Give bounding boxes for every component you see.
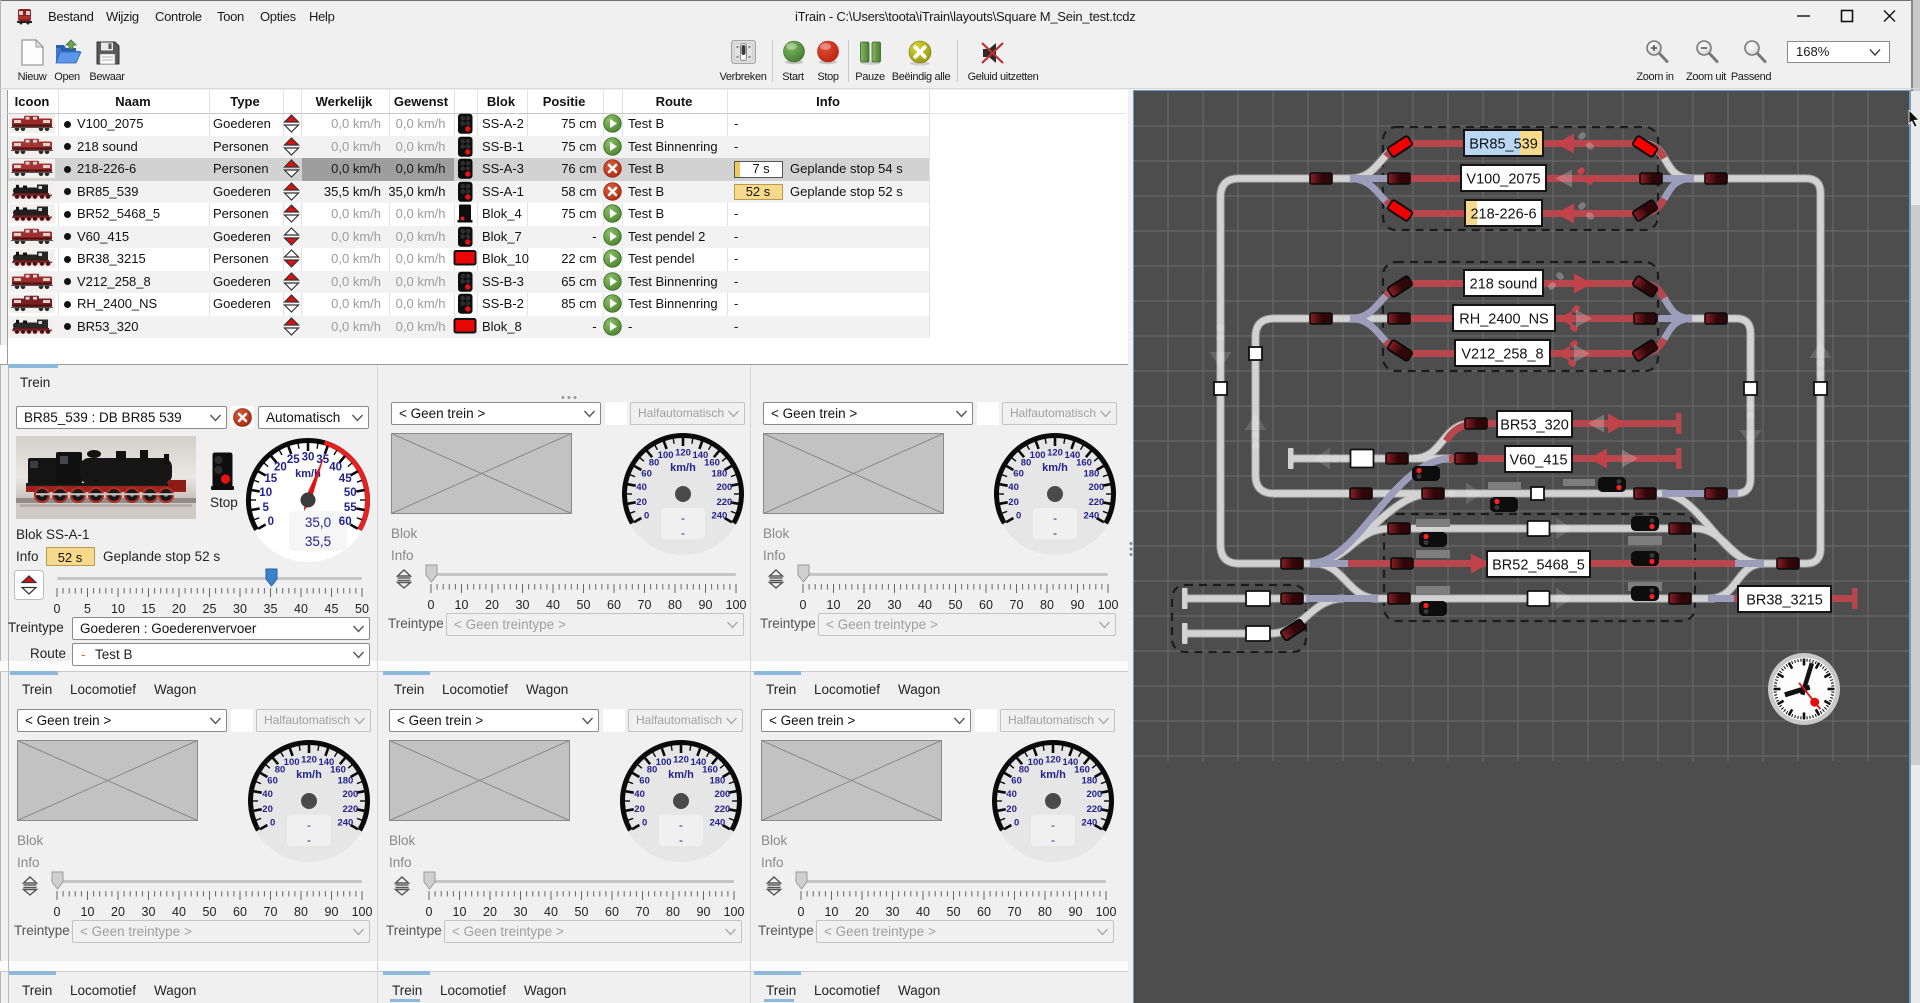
svg-text:-: - bbox=[1051, 833, 1055, 847]
svg-text:15: 15 bbox=[264, 473, 277, 485]
svg-text:120: 120 bbox=[673, 755, 689, 766]
svg-text:100: 100 bbox=[658, 450, 674, 461]
svg-text:20: 20 bbox=[1006, 804, 1017, 815]
svg-text:-: - bbox=[1051, 818, 1055, 832]
svg-text:218-226-6: 218-226-6 bbox=[1470, 207, 1536, 223]
svg-text:45: 45 bbox=[339, 473, 352, 485]
svg-text:km/h: km/h bbox=[1040, 769, 1066, 781]
svg-text:40: 40 bbox=[262, 789, 273, 800]
svg-text:100: 100 bbox=[656, 757, 672, 768]
svg-text:0: 0 bbox=[642, 818, 647, 829]
svg-text:50: 50 bbox=[344, 487, 357, 499]
svg-text:40: 40 bbox=[329, 462, 342, 474]
svg-text:180: 180 bbox=[1081, 776, 1097, 787]
svg-text:5: 5 bbox=[262, 502, 269, 514]
svg-text:0: 0 bbox=[1016, 511, 1021, 522]
svg-text:200: 200 bbox=[1088, 482, 1104, 493]
svg-text:km/h: km/h bbox=[296, 769, 322, 781]
svg-text:160: 160 bbox=[330, 764, 346, 775]
svg-text:40: 40 bbox=[634, 789, 645, 800]
svg-text:35,0: 35,0 bbox=[305, 515, 331, 530]
svg-text:240: 240 bbox=[1081, 818, 1097, 829]
svg-text:55: 55 bbox=[344, 502, 357, 514]
svg-text:20: 20 bbox=[1008, 497, 1019, 508]
svg-text:180: 180 bbox=[709, 776, 725, 787]
svg-text:120: 120 bbox=[1047, 448, 1063, 459]
svg-text:0: 0 bbox=[1014, 818, 1019, 829]
svg-text:60: 60 bbox=[339, 516, 352, 528]
svg-text:40: 40 bbox=[1006, 789, 1017, 800]
svg-text:180: 180 bbox=[711, 469, 727, 480]
svg-text:240: 240 bbox=[709, 818, 725, 829]
svg-text:100: 100 bbox=[284, 757, 300, 768]
svg-text:20: 20 bbox=[274, 462, 287, 474]
svg-text:220: 220 bbox=[342, 804, 358, 815]
svg-text:km/h: km/h bbox=[670, 462, 696, 474]
svg-text:km/h: km/h bbox=[668, 769, 694, 781]
svg-text:BR38_3215: BR38_3215 bbox=[1746, 593, 1823, 609]
svg-text:0: 0 bbox=[270, 818, 275, 829]
svg-text:220: 220 bbox=[1086, 804, 1102, 815]
svg-text:25: 25 bbox=[287, 454, 300, 466]
svg-text:60: 60 bbox=[639, 776, 650, 787]
svg-text:40: 40 bbox=[636, 482, 647, 493]
svg-text:200: 200 bbox=[714, 789, 730, 800]
svg-text:100: 100 bbox=[1030, 450, 1046, 461]
svg-text:120: 120 bbox=[1045, 755, 1061, 766]
svg-text:100: 100 bbox=[1028, 757, 1044, 768]
svg-text:35,5: 35,5 bbox=[305, 534, 331, 549]
svg-text:200: 200 bbox=[716, 482, 732, 493]
svg-text:-: - bbox=[679, 818, 683, 832]
svg-text:V100_2075: V100_2075 bbox=[1466, 172, 1540, 188]
svg-text:-: - bbox=[307, 833, 311, 847]
svg-text:BR85_539: BR85_539 bbox=[1469, 137, 1538, 153]
svg-text:-: - bbox=[307, 818, 311, 832]
svg-text:-: - bbox=[679, 833, 683, 847]
svg-text:120: 120 bbox=[301, 755, 317, 766]
svg-text:180: 180 bbox=[337, 776, 353, 787]
svg-text:-: - bbox=[1053, 511, 1057, 525]
svg-text:BR52_5468_5: BR52_5468_5 bbox=[1492, 558, 1585, 574]
svg-text:V60_415: V60_415 bbox=[1509, 453, 1567, 469]
svg-text:60: 60 bbox=[641, 469, 652, 480]
svg-text:60: 60 bbox=[1011, 776, 1022, 787]
svg-text:220: 220 bbox=[1088, 497, 1104, 508]
svg-text:160: 160 bbox=[1074, 764, 1090, 775]
svg-text:-: - bbox=[681, 511, 685, 525]
svg-text:220: 220 bbox=[716, 497, 732, 508]
svg-text:RH_2400_NS: RH_2400_NS bbox=[1459, 312, 1548, 328]
svg-text:20: 20 bbox=[634, 804, 645, 815]
svg-text:160: 160 bbox=[704, 457, 720, 468]
svg-text:60: 60 bbox=[1013, 469, 1024, 480]
svg-text:200: 200 bbox=[342, 789, 358, 800]
svg-text:-: - bbox=[681, 526, 685, 540]
svg-text:BR53_320: BR53_320 bbox=[1500, 418, 1569, 434]
svg-text:240: 240 bbox=[1083, 511, 1099, 522]
svg-text:km/h: km/h bbox=[1042, 462, 1068, 474]
svg-text:V212_258_8: V212_258_8 bbox=[1461, 347, 1543, 363]
svg-text:10: 10 bbox=[259, 487, 272, 499]
svg-text:40: 40 bbox=[1008, 482, 1019, 493]
svg-text:180: 180 bbox=[1083, 469, 1099, 480]
svg-text:220: 220 bbox=[714, 804, 730, 815]
svg-text:20: 20 bbox=[636, 497, 647, 508]
svg-text:240: 240 bbox=[337, 818, 353, 829]
svg-text:240: 240 bbox=[711, 511, 727, 522]
svg-text:0: 0 bbox=[268, 516, 274, 528]
svg-text:20: 20 bbox=[262, 804, 273, 815]
svg-text:60: 60 bbox=[267, 776, 278, 787]
svg-text:-: - bbox=[1053, 526, 1057, 540]
svg-text:218 sound: 218 sound bbox=[1470, 277, 1538, 293]
svg-text:120: 120 bbox=[675, 448, 691, 459]
svg-text:0: 0 bbox=[644, 511, 649, 522]
svg-text:160: 160 bbox=[1076, 457, 1092, 468]
svg-text:200: 200 bbox=[1086, 789, 1102, 800]
svg-text:30: 30 bbox=[302, 452, 315, 464]
svg-text:160: 160 bbox=[702, 764, 718, 775]
